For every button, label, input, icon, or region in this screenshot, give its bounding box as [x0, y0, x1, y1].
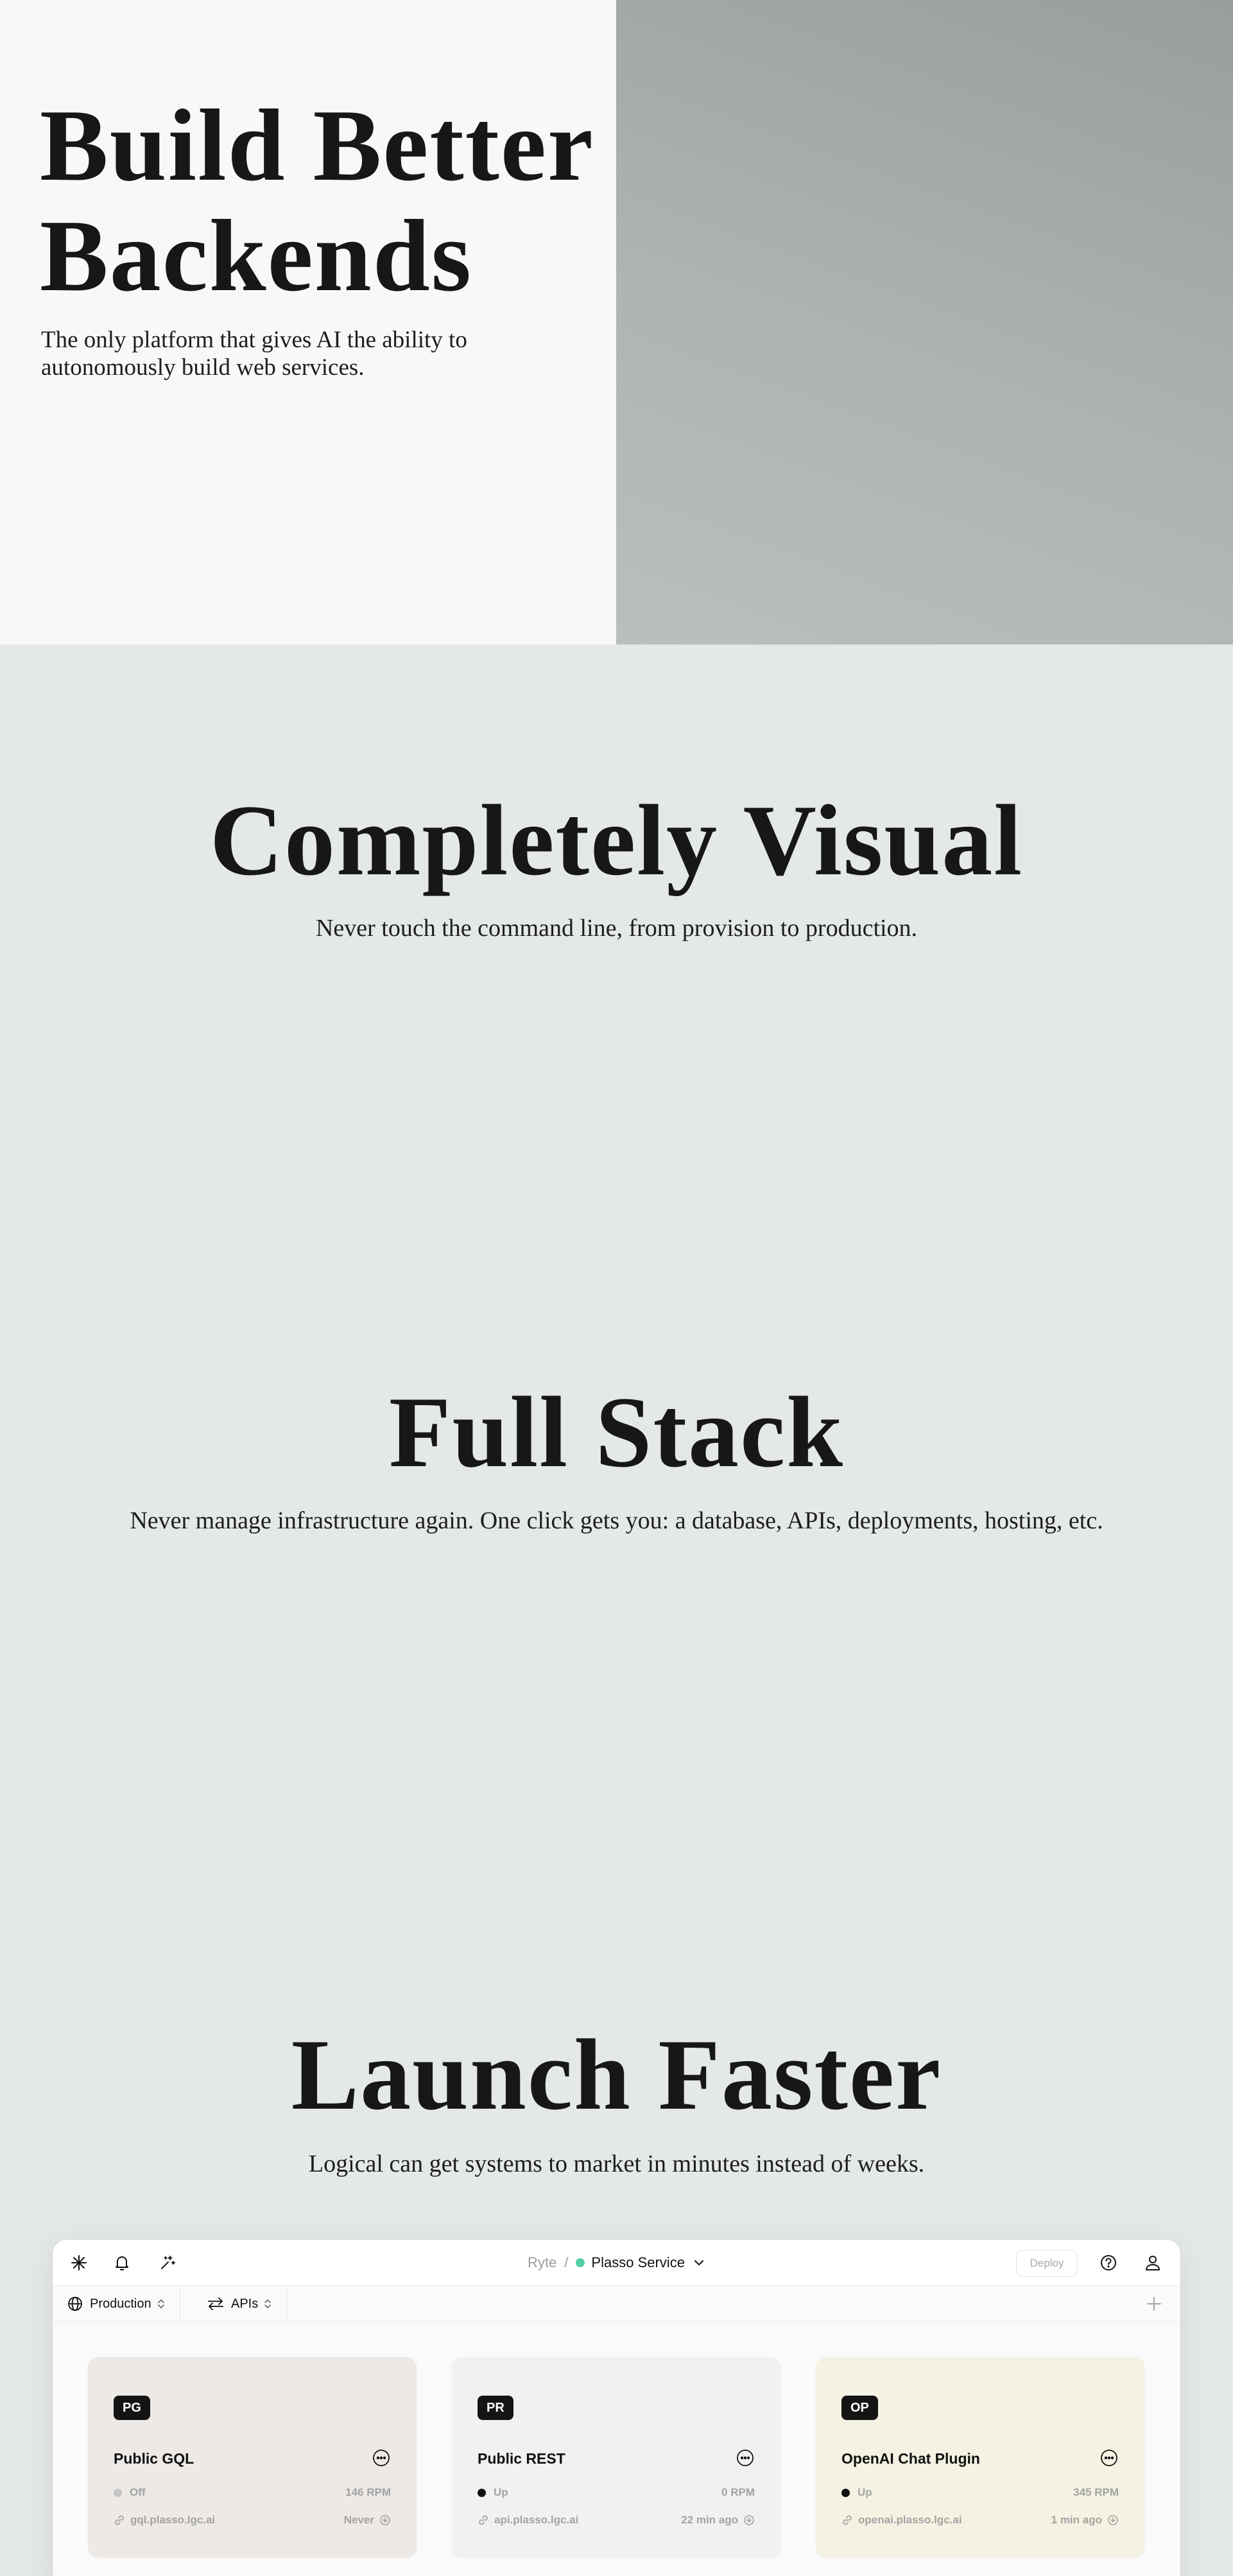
updown-chevron-icon: [157, 2299, 164, 2309]
deploy-status-icon: [380, 2515, 390, 2525]
card-url[interactable]: openai.plasso.lgc.ai: [841, 2514, 962, 2527]
hero-title-line1: Build Better: [40, 88, 594, 202]
help-icon[interactable]: [1098, 2252, 1119, 2273]
app-topbar: Ryte / Plasso Service Deploy: [53, 2240, 1180, 2286]
add-icon[interactable]: [1144, 2294, 1164, 2314]
hero-image-panel: [616, 0, 1233, 644]
card-url-label: openai.plasso.lgc.ai: [858, 2514, 962, 2526]
card-name: Public GQL: [114, 2450, 194, 2467]
section-subtitle-visual: Never touch the command line, from provi…: [315, 915, 918, 942]
breadcrumb-service[interactable]: Plasso Service: [591, 2254, 685, 2271]
card-url-label: api.plasso.lgc.ai: [494, 2514, 579, 2526]
hero-title: Build Better Backends: [40, 90, 605, 311]
section-title-launch: Launch Faster: [291, 2019, 942, 2131]
view-selector[interactable]: APIs: [193, 2286, 288, 2322]
card-status: Up: [478, 2486, 508, 2499]
api-card[interactable]: OP OpenAI Chat Plugin Up 345 RPM openai.…: [816, 2357, 1144, 2557]
hero-subtitle-line1: The only platform that gives AI the abil…: [41, 327, 467, 353]
card-url-label: gql.plasso.lgc.ai: [130, 2514, 216, 2526]
card-rpm: 0 RPM: [721, 2486, 755, 2498]
api-card[interactable]: PR Public REST Up 0 RPM api.plasso.lgc.a…: [452, 2357, 780, 2557]
globe-icon: [68, 2297, 82, 2311]
card-badge: PR: [478, 2396, 513, 2420]
card-time-label: 22 min ago: [681, 2514, 738, 2526]
section-subtitle-fullstack: Never manage infrastructure again. One c…: [130, 1507, 1103, 1534]
updown-chevron-icon: [264, 2299, 272, 2309]
deploy-button[interactable]: Deploy: [1016, 2250, 1078, 2277]
card-status-label: Off: [130, 2486, 146, 2498]
card-url[interactable]: api.plasso.lgc.ai: [478, 2514, 578, 2527]
api-card[interactable]: PG Public GQL Off 146 RPM gql.plasso.lgc…: [88, 2357, 417, 2557]
breadcrumb-separator: /: [564, 2254, 569, 2270]
card-badge: OP: [841, 2396, 878, 2420]
card-time-label: 1 min ago: [1051, 2514, 1102, 2526]
section-subtitle-launch: Logical can get systems to market in min…: [308, 2150, 925, 2177]
app-preview-window: Ryte / Plasso Service Deploy Production: [53, 2240, 1180, 2576]
hero-section: Build Better Backends The only platform …: [0, 0, 1233, 644]
hero-title-line2: Backends: [40, 198, 472, 313]
card-time-label: Never: [343, 2514, 374, 2526]
card-url[interactable]: gql.plasso.lgc.ai: [114, 2514, 215, 2527]
environment-label: Production: [90, 2296, 151, 2311]
section-title-visual: Completely Visual: [209, 784, 1024, 897]
environment-selector[interactable]: Production: [53, 2286, 180, 2322]
status-dot: [478, 2488, 486, 2497]
status-dot: [841, 2488, 850, 2497]
user-icon[interactable]: [1142, 2252, 1163, 2273]
link-icon: [115, 2515, 124, 2525]
section-title-fullstack: Full Stack: [388, 1376, 845, 1489]
hero-text-panel: Build Better Backends The only platform …: [0, 0, 616, 644]
card-rpm: 146 RPM: [345, 2486, 391, 2498]
more-options-icon[interactable]: [1099, 2448, 1119, 2468]
card-status: Up: [841, 2486, 872, 2499]
card-last-deploy: 1 min ago: [1051, 2514, 1119, 2527]
arrows-icon: [208, 2297, 223, 2310]
breadcrumb: Ryte / Plasso Service: [53, 2240, 1180, 2286]
deploy-status-icon: [1108, 2515, 1118, 2525]
link-icon: [479, 2515, 488, 2525]
card-status: Off: [114, 2486, 146, 2499]
more-options-icon[interactable]: [736, 2448, 755, 2468]
chevron-down-icon[interactable]: [693, 2256, 705, 2269]
status-dot: [114, 2488, 122, 2497]
card-last-deploy: 22 min ago: [681, 2514, 755, 2527]
card-rpm: 345 RPM: [1073, 2486, 1119, 2498]
app-toolbar: Production APIs: [53, 2286, 1180, 2322]
breadcrumb-org[interactable]: Ryte: [528, 2254, 556, 2271]
view-label: APIs: [231, 2296, 259, 2311]
hero-subtitle: The only platform that gives AI the abil…: [41, 326, 516, 381]
card-name: OpenAI Chat Plugin: [841, 2450, 980, 2467]
card-status-label: Up: [494, 2486, 508, 2498]
card-name: Public REST: [478, 2450, 565, 2467]
card-badge: PG: [114, 2396, 150, 2420]
link-icon: [843, 2515, 852, 2525]
more-options-icon[interactable]: [372, 2448, 391, 2468]
card-last-deploy: Never: [344, 2514, 391, 2527]
deploy-status-icon: [744, 2515, 754, 2525]
card-status-label: Up: [858, 2486, 872, 2498]
hero-subtitle-line2: autonomously build web services.: [41, 354, 365, 381]
service-status-dot: [576, 2258, 585, 2267]
